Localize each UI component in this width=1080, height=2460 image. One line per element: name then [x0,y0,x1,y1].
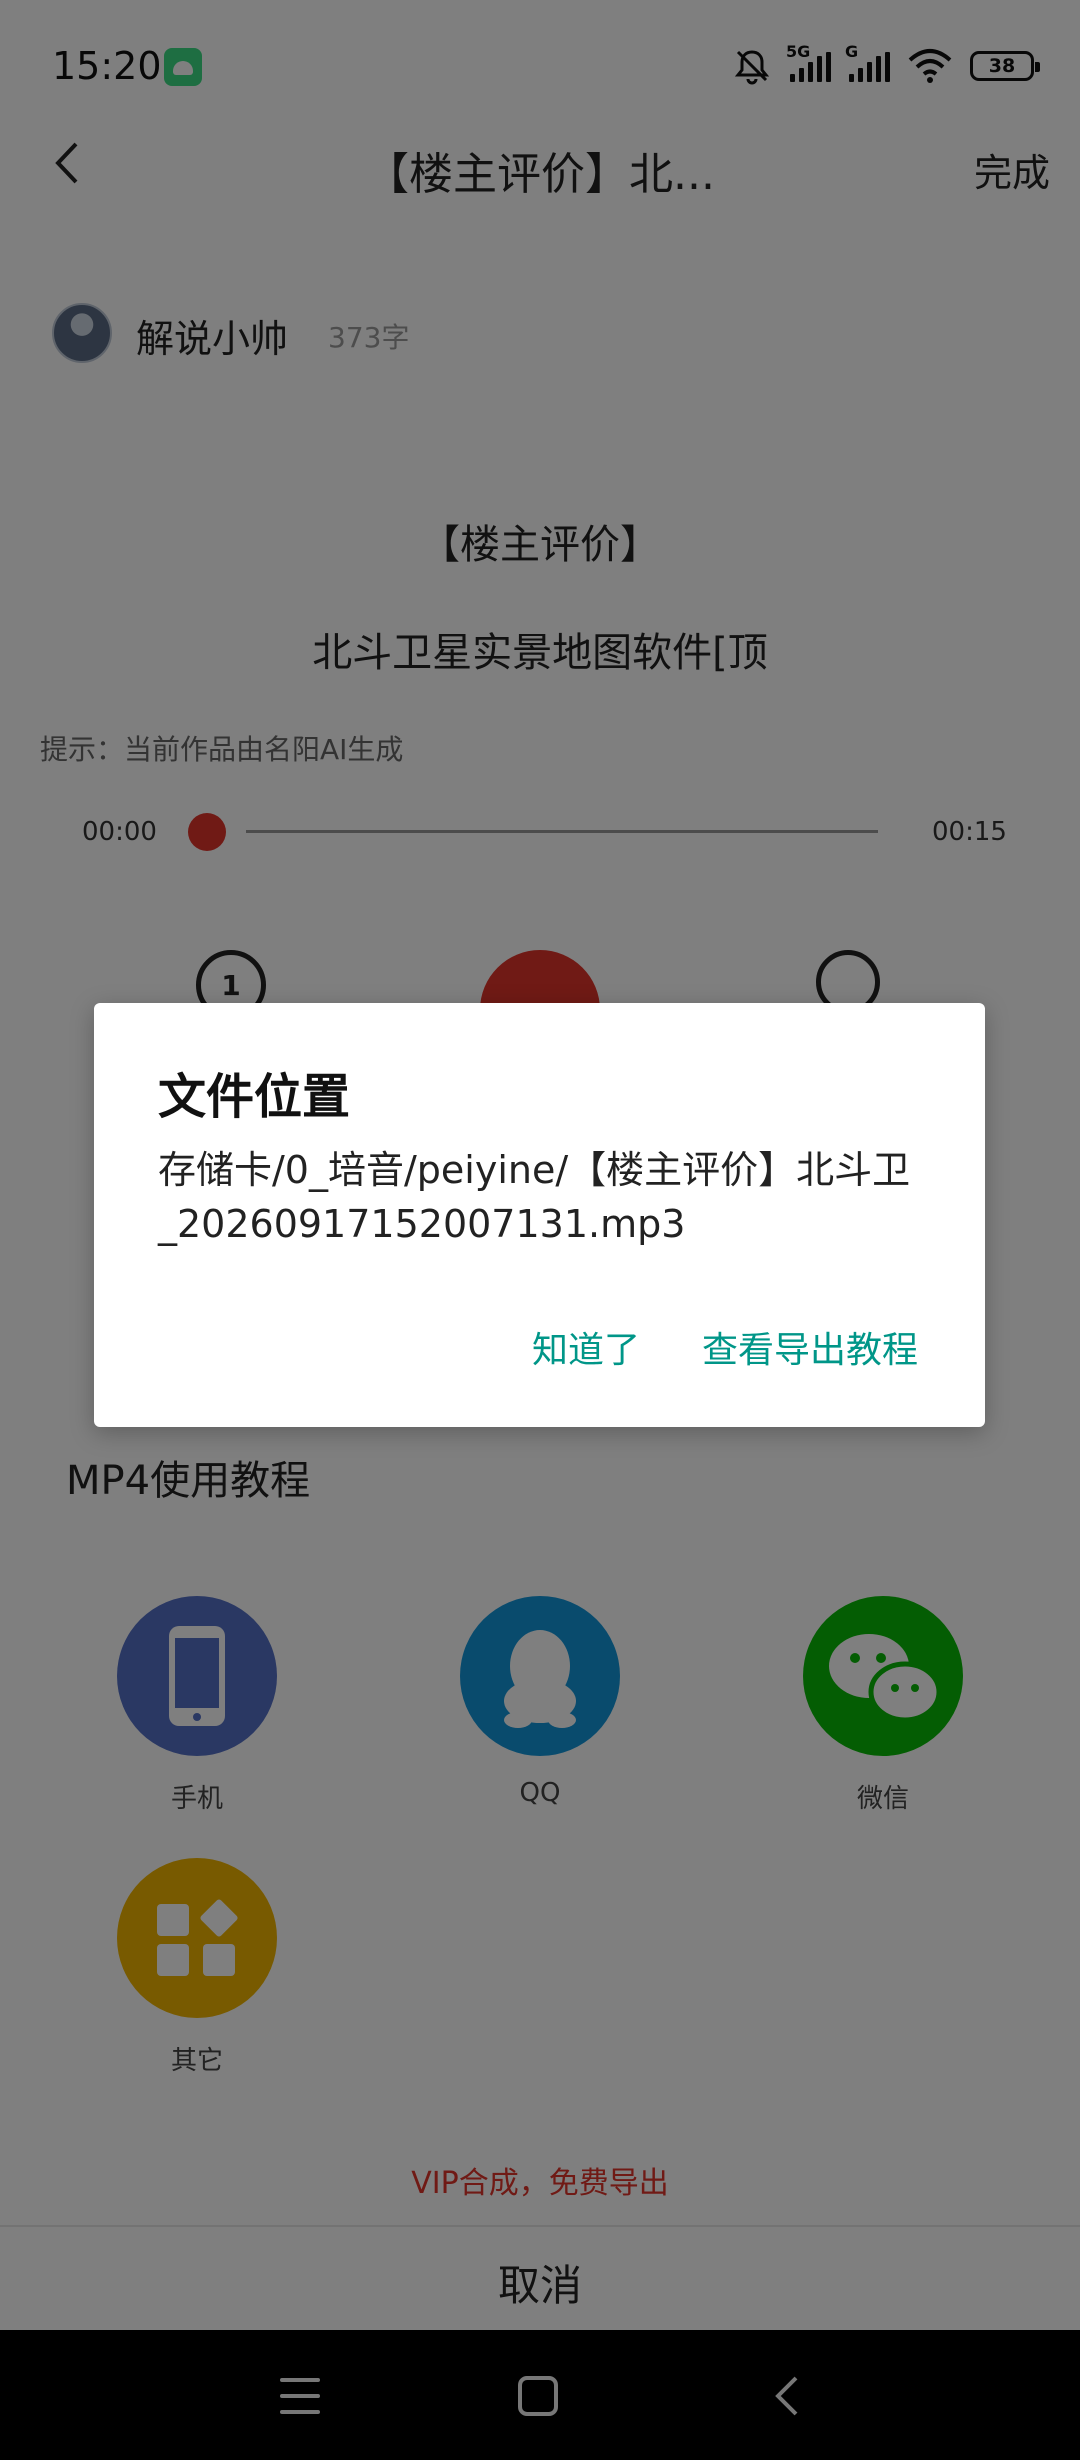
file-location-dialog: 文件位置 存储卡/0_培音/peiyine/【楼主评价】北斗卫_20260917… [94,1003,985,1427]
nav-back-icon[interactable] [768,2374,808,2418]
view-export-tutorial-button[interactable]: 查看导出教程 [702,1321,918,1373]
dialog-title: 文件位置 [158,1069,351,1125]
got-it-button[interactable]: 知道了 [532,1321,640,1373]
home-icon[interactable] [518,2376,558,2416]
dialog-message: 存储卡/0_培音/peiyine/【楼主评价】北斗卫_2026091715200… [158,1148,911,1246]
recents-menu-icon[interactable] [280,2378,320,2414]
